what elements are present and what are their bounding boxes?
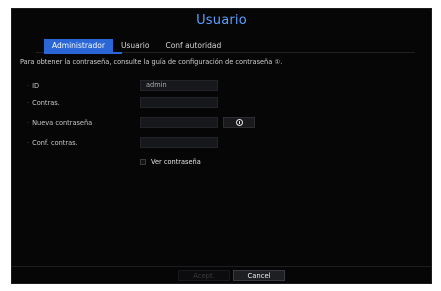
dialog-title: Usuario — [196, 13, 247, 28]
confirm-password-label: · Conf. contras. — [27, 139, 78, 147]
new-password-row: · Nueva contraseña — [12, 117, 431, 129]
info-icon — [236, 119, 243, 126]
cancel-button[interactable]: Cancel — [233, 270, 285, 281]
tab-usuario[interactable]: Usuario — [113, 39, 158, 52]
password-guide-button[interactable] — [223, 117, 255, 128]
password-info-text: Para obtener la contraseña, consulte la … — [20, 58, 283, 66]
password-label: · Contras. — [27, 99, 60, 107]
tab-bar: Administrador Usuario Conf autoridad — [44, 39, 229, 52]
ok-button[interactable]: Acept. — [178, 270, 230, 281]
footer-divider — [12, 266, 431, 267]
id-label: · ID — [27, 82, 40, 90]
new-password-field[interactable] — [140, 117, 218, 128]
password-row: · Contras. — [12, 97, 431, 109]
active-tab-indicator — [44, 52, 122, 54]
tab-administrador[interactable]: Administrador — [44, 39, 113, 52]
tab-conf-autoridad[interactable]: Conf autoridad — [157, 39, 229, 52]
new-password-label: · Nueva contraseña — [27, 119, 93, 127]
confirm-password-row: · Conf. contras. — [12, 137, 431, 149]
confirm-password-field[interactable] — [140, 137, 218, 148]
password-field[interactable] — [140, 97, 218, 108]
show-password-checkbox[interactable] — [140, 159, 146, 165]
show-password-option[interactable]: Ver contraseña — [140, 157, 201, 167]
show-password-label: Ver contraseña — [151, 158, 201, 166]
id-field[interactable]: admin — [140, 80, 218, 91]
user-dialog: Usuario Administrador Usuario Conf autor… — [11, 8, 432, 284]
id-row: · ID admin — [12, 80, 431, 92]
